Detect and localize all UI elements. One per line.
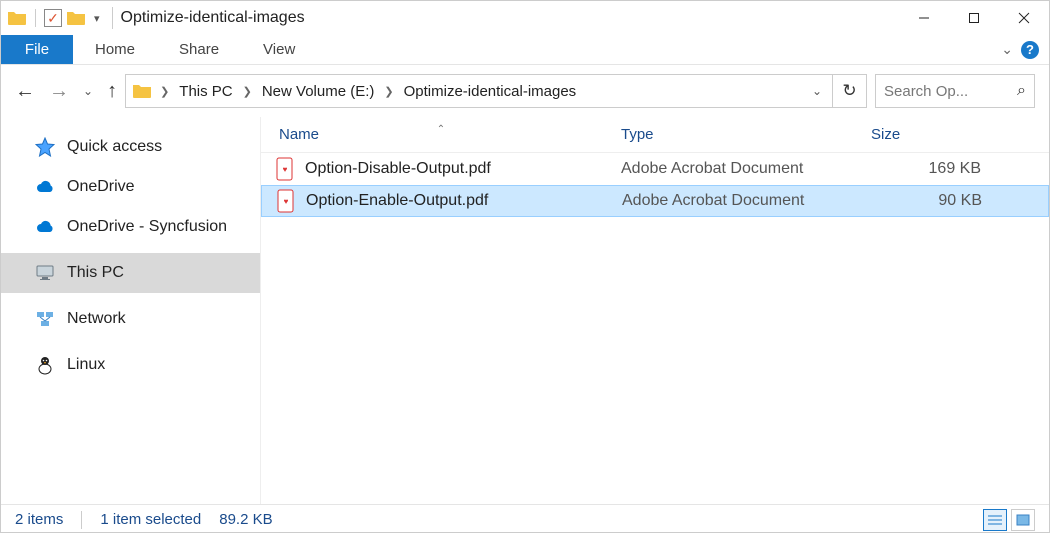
cloud-icon xyxy=(35,177,55,197)
quick-access-toolbar: ✓ ▾ xyxy=(1,9,104,27)
net-icon xyxy=(35,309,55,329)
thumbnails-view-button[interactable] xyxy=(1011,509,1035,531)
svg-text:♥: ♥ xyxy=(283,165,288,174)
sort-ascending-icon: ⌃ xyxy=(437,124,445,135)
cloud-icon xyxy=(35,217,55,237)
help-button[interactable]: ? xyxy=(1021,41,1039,59)
breadcrumb-current[interactable]: Optimize-identical-images xyxy=(402,83,579,100)
history-dropdown-icon[interactable]: ⌄ xyxy=(83,84,93,98)
breadcrumb-label: This PC xyxy=(179,83,232,100)
star-icon xyxy=(35,137,55,157)
ribbon: File Home Share View ⌄ ? xyxy=(1,35,1049,65)
status-selection: 1 item selected xyxy=(100,511,201,528)
address-dropdown-icon[interactable]: ⌄ xyxy=(802,84,832,98)
window-title: Optimize-identical-images xyxy=(121,9,305,27)
file-row[interactable]: ♥ Option-Enable-Output.pdf Adobe Acrobat… xyxy=(261,185,1049,217)
sidebar-item-network[interactable]: Network xyxy=(1,299,260,339)
pc-icon xyxy=(35,263,55,283)
file-name: Option-Enable-Output.pdf xyxy=(306,192,488,210)
file-rows: ♥ Option-Disable-Output.pdf Adobe Acroba… xyxy=(261,153,1049,504)
navigation-row: ← → ⌄ ↑ ❯ This PC ❯ New Volume (E:) ❯ Op… xyxy=(1,65,1049,117)
nav-arrows: ← → ⌄ ↑ xyxy=(15,80,117,103)
tab-view[interactable]: View xyxy=(241,35,317,64)
sidebar-item-quick-access[interactable]: Quick access xyxy=(1,127,260,167)
folder-icon xyxy=(66,9,86,27)
column-header-type[interactable]: Type xyxy=(621,126,871,143)
column-label: Type xyxy=(621,126,654,143)
sidebar-item-linux[interactable]: Linux xyxy=(1,345,260,385)
tab-home[interactable]: Home xyxy=(73,35,157,64)
qat-dropdown-icon[interactable]: ▾ xyxy=(90,12,104,25)
address-bar[interactable]: ❯ This PC ❯ New Volume (E:) ❯ Optimize-i… xyxy=(125,74,867,108)
file-size: 169 KB xyxy=(871,160,991,178)
sidebar-item-this-pc[interactable]: This PC xyxy=(1,253,260,293)
chevron-right-icon[interactable]: ❯ xyxy=(156,85,173,98)
up-button[interactable]: ↑ xyxy=(107,80,117,103)
separator xyxy=(81,511,82,529)
sidebar-item-label: OneDrive - Syncfusion xyxy=(67,218,227,236)
column-label: Size xyxy=(871,126,900,143)
file-list-pane: ⌃ Name Type Size ♥ Option-Disable-Output… xyxy=(261,117,1049,504)
maximize-button[interactable] xyxy=(949,1,999,35)
pdf-file-icon: ♥ xyxy=(275,157,295,181)
sidebar-item-label: This PC xyxy=(67,264,124,282)
separator xyxy=(112,7,113,29)
forward-button[interactable]: → xyxy=(49,80,69,103)
file-type: Adobe Acrobat Document xyxy=(621,160,871,178)
sidebar-item-label: Linux xyxy=(67,356,105,374)
view-switcher xyxy=(983,509,1035,531)
status-item-count: 2 items xyxy=(15,511,63,528)
column-header-name[interactable]: ⌃ Name xyxy=(261,126,621,143)
details-view-button[interactable] xyxy=(983,509,1007,531)
search-placeholder: Search Op... xyxy=(884,83,1017,100)
sidebar-item-label: OneDrive xyxy=(67,178,135,196)
file-type: Adobe Acrobat Document xyxy=(622,192,872,210)
column-label: Name xyxy=(279,126,319,143)
chevron-right-icon[interactable]: ❯ xyxy=(239,85,256,98)
sidebar-item-label: Quick access xyxy=(67,138,162,156)
window-controls xyxy=(899,1,1049,35)
column-header-size[interactable]: Size xyxy=(871,126,991,143)
title-bar: ✓ ▾ Optimize-identical-images xyxy=(1,1,1049,35)
svg-text:♥: ♥ xyxy=(284,197,289,206)
file-tab[interactable]: File xyxy=(1,35,73,64)
ribbon-collapse-icon[interactable]: ⌄ xyxy=(1001,41,1013,58)
file-size: 90 KB xyxy=(872,192,992,210)
sidebar-item-onedrive[interactable]: OneDrive xyxy=(1,167,260,207)
sidebar-item-onedrive-syncfusion[interactable]: OneDrive - Syncfusion xyxy=(1,207,260,247)
breadcrumb-label: New Volume (E:) xyxy=(262,83,375,100)
search-icon: ⌕ xyxy=(1017,82,1026,100)
breadcrumb-label: Optimize-identical-images xyxy=(404,83,577,100)
file-row[interactable]: ♥ Option-Disable-Output.pdf Adobe Acroba… xyxy=(261,153,1049,185)
pdf-file-icon: ♥ xyxy=(276,189,296,213)
folder-icon xyxy=(132,82,152,100)
navigation-pane: Quick access OneDrive OneDrive - Syncfus… xyxy=(1,117,261,504)
minimize-button[interactable] xyxy=(899,1,949,35)
search-input[interactable]: Search Op... ⌕ xyxy=(875,74,1035,108)
linux-icon xyxy=(35,355,55,375)
file-name: Option-Disable-Output.pdf xyxy=(305,160,491,178)
properties-check-icon[interactable]: ✓ xyxy=(44,9,62,27)
back-button[interactable]: ← xyxy=(15,80,35,103)
sidebar-item-label: Network xyxy=(67,310,126,328)
separator xyxy=(35,9,36,27)
breadcrumb-volume[interactable]: New Volume (E:) xyxy=(260,83,377,100)
main-area: Quick access OneDrive OneDrive - Syncfus… xyxy=(1,117,1049,504)
folder-icon xyxy=(7,9,27,27)
breadcrumb-this-pc[interactable]: This PC xyxy=(177,83,234,100)
column-headers: ⌃ Name Type Size xyxy=(261,117,1049,153)
refresh-button[interactable]: ↻ xyxy=(832,75,866,107)
tab-share[interactable]: Share xyxy=(157,35,241,64)
close-button[interactable] xyxy=(999,1,1049,35)
status-selection-size: 89.2 KB xyxy=(219,511,272,528)
status-bar: 2 items 1 item selected 89.2 KB xyxy=(1,504,1049,534)
chevron-right-icon[interactable]: ❯ xyxy=(380,85,397,98)
